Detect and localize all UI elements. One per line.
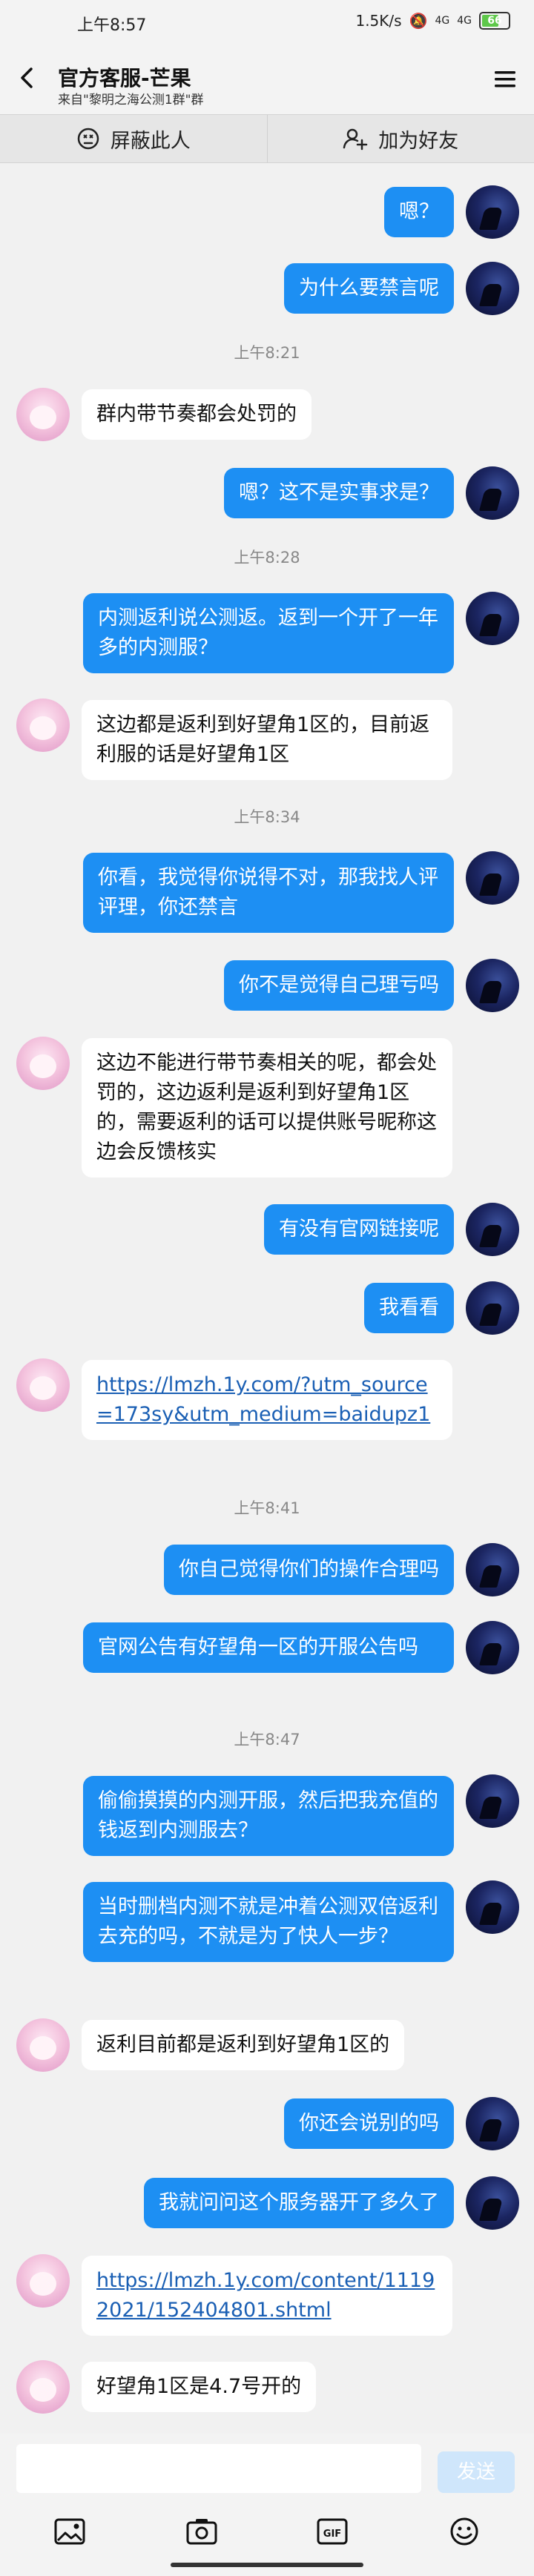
chat-header: 官方客服-芒果 来自"黎明之海公测1群"群 <box>0 42 534 114</box>
avatar-self[interactable] <box>466 1621 519 1674</box>
avatar-self[interactable] <box>466 1203 519 1256</box>
message-bubble-me[interactable]: 嗯？ <box>384 187 454 237</box>
avatar-self[interactable] <box>466 1281 519 1335</box>
avatar-self[interactable] <box>466 851 519 905</box>
signal-2: 4G <box>457 15 472 27</box>
composer: 发送 GIF <box>0 2434 534 2576</box>
message-bubble-me[interactable]: 偷偷摸摸的内测开服，然后把我充值的钱返到内测服去？ <box>83 1776 454 1856</box>
status-icons: 1.5K/s 🔕 4G 4G 66 <box>355 12 510 30</box>
image-icon[interactable] <box>53 2517 86 2546</box>
emoji-icon[interactable] <box>448 2517 481 2546</box>
chat-title: 官方客服-芒果 <box>58 66 191 90</box>
chat-subtitle: 来自"黎明之海公测1群"群 <box>58 93 204 108</box>
avatar-self[interactable] <box>466 466 519 520</box>
message-bubble-them[interactable]: https://lmzh.1y.com/content/11192021/152… <box>82 2256 452 2336</box>
avatar-agent[interactable] <box>16 2254 70 2308</box>
message-bubble-me[interactable]: 当时删档内测不就是冲着公测双倍返利去充的吗，不就是为了快人一步？ <box>83 1882 454 1962</box>
message-bubble-me[interactable]: 有没有官网链接呢 <box>264 1204 454 1255</box>
gif-icon[interactable]: GIF <box>316 2517 349 2546</box>
message-bubble-them[interactable]: https://lmzh.1y.com/?utm_source=173sy&ut… <box>82 1360 452 1440</box>
avatar-self[interactable] <box>466 1543 519 1596</box>
message-bubble-them[interactable]: 返利目前都是返利到好望角1区的 <box>82 2020 405 2070</box>
status-bar: 上午8:57 1.5K/s 🔕 4G 4G 66 <box>0 0 534 42</box>
block-user-label: 屏蔽此人 <box>110 129 191 153</box>
add-friend-label: 加为好友 <box>378 129 459 153</box>
network-speed: 1.5K/s <box>355 12 402 30</box>
message-link[interactable]: https://lmzh.1y.com/content/11192021/152… <box>96 2269 435 2322</box>
avatar-self[interactable] <box>466 2097 519 2150</box>
composer-toolbar: GIF <box>0 2511 534 2555</box>
camera-icon[interactable] <box>185 2517 218 2546</box>
battery-level: 66 <box>487 15 502 27</box>
avatar-agent[interactable] <box>16 2360 70 2414</box>
avatar-self[interactable] <box>466 185 519 239</box>
timestamp: 上午8:28 <box>234 549 300 567</box>
avatar-agent[interactable] <box>16 2018 70 2072</box>
message-bubble-me[interactable]: 嗯？这不是实事求是？ <box>224 468 454 518</box>
avatar-agent[interactable] <box>16 699 70 752</box>
signal-1: 4G <box>435 15 450 27</box>
message-bubble-me[interactable]: 你还会说别的吗 <box>284 2098 454 2149</box>
message-bubble-me[interactable]: 官网公告有好望角一区的开服公告吗 <box>83 1622 454 1673</box>
timestamp: 上午8:47 <box>234 1731 300 1748</box>
gif-label: GIF <box>323 2529 341 2540</box>
message-bubble-me[interactable]: 你自己觉得你们的操作合理吗 <box>164 1545 454 1595</box>
avatar-self[interactable] <box>466 2176 519 2230</box>
block-face-icon <box>77 128 99 150</box>
add-friend-button[interactable]: 加为好友 <box>266 115 534 162</box>
battery-icon: 66 <box>479 12 510 30</box>
avatar-self[interactable] <box>466 1774 519 1828</box>
action-bar: 屏蔽此人 加为好友 <box>0 114 534 163</box>
message-bubble-me[interactable]: 我就问问这个服务器开了多久了 <box>144 2178 454 2228</box>
message-bubble-them[interactable]: 这边都是返利到好望角1区的，目前返利服的话是好望角1区 <box>82 700 452 780</box>
status-time: 上午8:57 <box>77 16 147 35</box>
avatar-agent[interactable] <box>16 388 70 441</box>
message-bubble-them[interactable]: 这边不能进行带节奏相关的呢，都会处罚的，这边返利是返利到好望角1区的，需要返利的… <box>82 1038 452 1178</box>
home-indicator <box>171 2563 363 2567</box>
mute-icon: 🔕 <box>409 12 428 30</box>
message-bubble-me[interactable]: 内测返利说公测返。返到一个开了一年多的内测服？ <box>83 593 454 673</box>
back-arrow-icon[interactable] <box>16 67 39 89</box>
message-bubble-them[interactable]: 好望角1区是4.7号开的 <box>82 2362 317 2412</box>
message-bubble-me[interactable]: 为什么要禁言呢 <box>284 263 454 314</box>
add-friend-icon <box>343 128 368 151</box>
avatar-self[interactable] <box>466 1880 519 1934</box>
message-bubble-me[interactable]: 你看，我觉得你说得不对，那我找人评评理，你还禁言 <box>83 853 454 933</box>
avatar-agent[interactable] <box>16 1037 70 1090</box>
chat-message-list[interactable]: 嗯？ 为什么要禁言呢 上午8:21 群内带节奏都会处罚的 嗯？这不是实事求是？ … <box>0 162 534 2422</box>
message-link[interactable]: https://lmzh.1y.com/?utm_source=173sy&ut… <box>96 1373 430 1426</box>
message-bubble-me[interactable]: 你不是觉得自己理亏吗 <box>224 960 454 1011</box>
send-button[interactable]: 发送 <box>438 2451 515 2493</box>
timestamp: 上午8:21 <box>234 344 300 362</box>
avatar-self[interactable] <box>466 959 519 1012</box>
timestamp: 上午8:41 <box>234 1499 300 1517</box>
message-bubble-me[interactable]: 我看看 <box>364 1283 454 1333</box>
message-bubble-them[interactable]: 群内带节奏都会处罚的 <box>82 389 312 440</box>
avatar-agent[interactable] <box>16 1358 70 1412</box>
avatar-self[interactable] <box>466 262 519 315</box>
message-input[interactable] <box>16 2444 421 2493</box>
block-user-button[interactable]: 屏蔽此人 <box>0 115 267 162</box>
avatar-self[interactable] <box>466 592 519 645</box>
menu-icon[interactable] <box>492 68 518 90</box>
timestamp: 上午8:34 <box>234 808 300 826</box>
